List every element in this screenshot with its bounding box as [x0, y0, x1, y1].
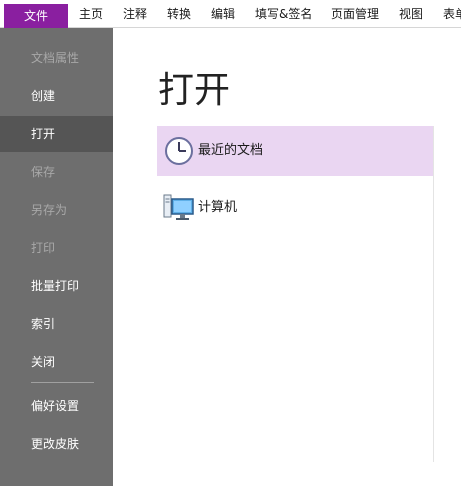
- sidebar-item-change-skin[interactable]: 更改皮肤: [0, 426, 113, 462]
- sidebar-item-index[interactable]: 索引: [0, 306, 113, 342]
- tab-view[interactable]: 视图: [399, 4, 423, 24]
- sidebar-item-preferences[interactable]: 偏好设置: [0, 388, 113, 424]
- tab-convert[interactable]: 转换: [167, 4, 191, 24]
- sidebar-item-create[interactable]: 创建: [0, 78, 113, 114]
- sidebar-item-print[interactable]: 打印: [0, 230, 113, 266]
- sidebar-item-close[interactable]: 关闭: [0, 344, 113, 380]
- place-recent-documents[interactable]: 最近的文档: [157, 126, 433, 176]
- places-divider: [433, 126, 434, 462]
- tab-form[interactable]: 表单: [443, 4, 461, 24]
- sidebar-separator: [31, 382, 94, 383]
- tab-file[interactable]: 文件: [4, 4, 68, 28]
- ribbon-tab-bar: 文件 主页 注释 转换 编辑 填写&签名 页面管理 视图 表单: [0, 0, 461, 28]
- tab-edit[interactable]: 编辑: [211, 4, 235, 24]
- place-computer[interactable]: 计算机: [157, 183, 433, 233]
- sidebar-item-save[interactable]: 保存: [0, 154, 113, 190]
- sidebar-item-save-as[interactable]: 另存为: [0, 192, 113, 228]
- tab-home[interactable]: 主页: [79, 4, 103, 24]
- computer-icon: [163, 192, 195, 224]
- clock-icon: [163, 135, 195, 167]
- backstage-sidebar: 文档属性 创建 打开 保存 另存为 打印 批量打印 索引 关闭 偏好设置 更改皮…: [0, 28, 113, 486]
- tab-comment[interactable]: 注释: [123, 4, 147, 24]
- place-label: 计算机: [198, 200, 238, 215]
- page-title: 打开: [158, 70, 231, 111]
- place-label: 最近的文档: [198, 143, 264, 158]
- sidebar-item-batch-print[interactable]: 批量打印: [0, 268, 113, 304]
- sidebar-item-open[interactable]: 打开: [0, 116, 113, 152]
- tab-fill-sign[interactable]: 填写&签名: [255, 4, 312, 24]
- sidebar-item-document-properties[interactable]: 文档属性: [0, 40, 113, 76]
- tab-page-management[interactable]: 页面管理: [331, 4, 379, 24]
